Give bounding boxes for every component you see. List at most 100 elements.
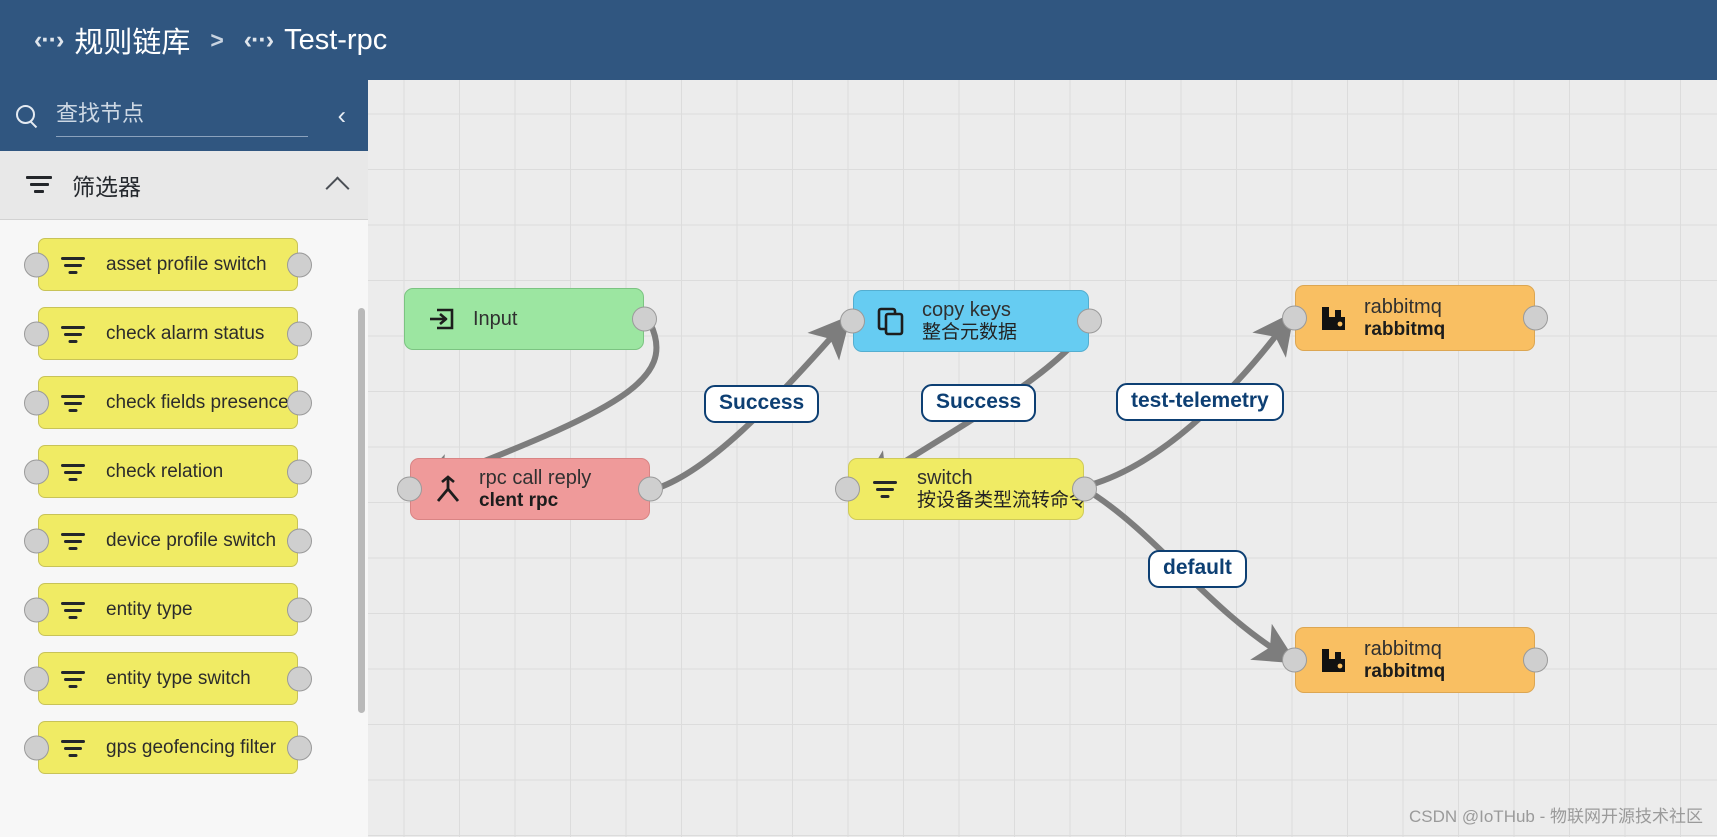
rpc-fork-icon [433,474,463,504]
sidebar-scrollbar[interactable] [358,308,365,713]
node-library-item-check-relation[interactable]: check relation [38,445,298,498]
flow-node-port-output[interactable] [1523,647,1548,673]
edge-label-default[interactable]: default [1148,550,1247,588]
breadcrumb-item-test-rpc[interactable]: ‹··› Test-rpc [244,24,387,57]
breadcrumb-item-rule-chain-library[interactable]: ‹··› 规则链库 [34,19,190,61]
flow-node-title: rabbitmq [1364,295,1442,318]
node-library-item-label: gps geofencing filter [106,736,277,758]
filter-icon [59,388,89,418]
search-bar: ‹ [0,80,368,151]
node-port-input[interactable] [24,390,49,415]
node-port-input[interactable] [24,321,49,346]
filter-icon [59,319,89,349]
node-library-item-entity-type[interactable]: entity type [38,583,298,636]
flow-node-subtitle: rabbitmq [1364,318,1446,340]
flow-node-port-input[interactable] [835,476,860,502]
edge-label-test-telemetry[interactable]: test-telemetry [1116,383,1284,421]
filter-icon [59,526,89,556]
node-port-input[interactable] [24,597,49,622]
flow-node-port-input[interactable] [1282,647,1307,673]
rabbitmq-icon [1318,645,1348,675]
input-arrow-icon [427,304,457,334]
flow-node-title: rabbitmq [1364,637,1442,660]
flow-node-rabbitmq-top[interactable]: rabbitmq rabbitmq [1282,285,1548,351]
flow-node-copy-keys[interactable]: copy keys 整合元数据 [840,290,1102,352]
node-port-output[interactable] [287,252,312,277]
node-port-input[interactable] [24,459,49,484]
flow-node-title: switch [917,466,973,489]
flow-node-input[interactable]: Input [404,288,657,350]
node-library-item[interactable]: entity type switch [24,652,312,705]
breadcrumb-separator: > [210,26,224,53]
node-library-item-device-profile-switch[interactable]: device profile switch [38,514,298,567]
watermark: CSDN @IoTHub - 物联网开源技术社区 [1408,807,1703,826]
node-library-item[interactable]: check relation [24,445,312,498]
code-brackets-icon: ‹··› [34,25,64,54]
chevron-left-icon[interactable]: ‹ [338,103,346,128]
flow-node-text: switch 按设备类型流转命令 [917,466,1088,513]
search-icon [14,103,40,129]
node-library-item-label: check relation [106,460,224,482]
filter-icon [26,175,52,195]
flow-node-subtitle: 按设备类型流转命令 [917,489,1089,511]
filter-section-header[interactable]: 筛选器 [0,151,368,220]
node-library-item[interactable]: gps geofencing filter [24,721,312,774]
node-library-item-label: entity type switch [106,667,251,689]
flow-node-text: rabbitmq rabbitmq [1364,637,1445,684]
flow-node-port-output[interactable] [1072,476,1097,502]
code-brackets-icon: ‹··› [243,25,274,54]
filter-icon [871,474,901,504]
node-port-input[interactable] [24,666,49,691]
node-library-item[interactable]: entity type [24,583,312,636]
flow-node-rabbitmq-bottom[interactable]: rabbitmq rabbitmq [1282,627,1548,693]
node-port-output[interactable] [287,597,312,622]
breadcrumb-label-1: Test-rpc [284,23,388,56]
flow-node-port-output[interactable] [1077,308,1102,334]
node-library-item-label: check fields presence [106,391,289,413]
edge-label-success[interactable]: Success [921,384,1037,422]
node-library-item-gps-geofencing-filter[interactable]: gps geofencing filter [38,721,298,774]
flow-node-port-input[interactable] [1282,305,1307,331]
flow-node-subtitle: rabbitmq [1364,660,1446,682]
node-port-output[interactable] [287,321,312,346]
flow-canvas[interactable]: Input rpc call reply clent rpc copy keys 整合元… [368,80,1717,837]
node-port-output[interactable] [287,735,312,760]
flow-node-port-output[interactable] [632,306,657,332]
node-library-item[interactable]: check fields presence [24,376,312,429]
flow-node-text: copy keys 整合元数据 [922,298,1017,345]
flow-node-port-output[interactable] [638,476,663,502]
node-library-item[interactable]: device profile switch [24,514,312,567]
node-library-item[interactable]: check alarm status [24,307,312,360]
node-port-output[interactable] [287,528,312,553]
flow-node-text: rpc call reply clent rpc [479,466,591,513]
rule-chain-editor: ‹··› 规则链库 > ‹··› Test-rpc ‹ 筛选器 asset pr… [0,0,1717,837]
node-library-item-asset-profile-switch[interactable]: asset profile switch [38,238,298,291]
filter-icon [59,250,89,280]
node-port-output[interactable] [287,390,312,415]
edge-label-success[interactable]: Success [704,385,820,423]
node-library-item[interactable]: asset profile switch [24,238,312,291]
node-port-input[interactable] [24,252,49,277]
flow-node-title: Input [473,308,518,330]
node-port-input[interactable] [24,735,49,760]
flow-node-port-input[interactable] [397,476,422,502]
node-port-output[interactable] [287,666,312,691]
flow-node-port-output[interactable] [1523,305,1548,331]
search-input[interactable] [56,94,308,137]
breadcrumb-label-0: 规则链库 [74,27,191,59]
filter-icon [59,664,89,694]
node-port-output[interactable] [287,459,312,484]
node-library-item-check-fields-presence[interactable]: check fields presence [38,376,298,429]
filter-icon [59,733,89,763]
node-port-input[interactable] [24,528,49,553]
node-library-item-entity-type-switch[interactable]: entity type switch [38,652,298,705]
flow-node-rpc-call-reply[interactable]: rpc call reply clent rpc [397,458,663,520]
flow-node-switch[interactable]: switch 按设备类型流转命令 [835,458,1097,520]
node-library-item-check-alarm-status[interactable]: check alarm status [38,307,298,360]
rabbitmq-icon [1318,303,1348,333]
node-library-panel: ‹ 筛选器 asset profile switch check alarm st… [0,80,368,837]
flow-node-title: rpc call reply [479,466,592,489]
flow-node-title: copy keys [922,298,1011,321]
flow-node-port-input[interactable] [840,308,865,334]
chevron-up-icon[interactable] [325,175,350,201]
